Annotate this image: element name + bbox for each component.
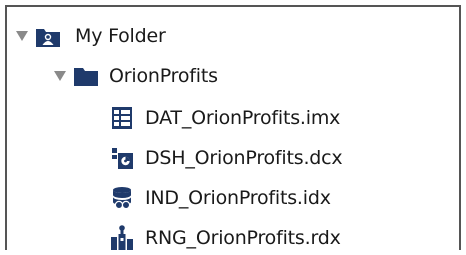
tree-item-label: IND_OrionProfits.idx	[145, 186, 331, 209]
tree-item-label: DSH_OrionProfits.dcx	[145, 146, 343, 169]
tree-node-label: My Folder	[75, 24, 166, 47]
data-model-icon	[109, 105, 135, 131]
tree-item-label: RNG_OrionProfits.rdx	[145, 226, 341, 249]
tree-item-label: DAT_OrionProfits.imx	[145, 106, 341, 129]
expand-toggle-icon[interactable]	[53, 69, 67, 83]
file-tree-panel: My Folder OrionProfits DAT_OrionProfits.…	[5, 5, 461, 250]
folder-icon	[73, 63, 99, 89]
expand-toggle-icon[interactable]	[15, 29, 29, 43]
range-chart-icon	[109, 225, 135, 251]
tree-node-orionprofits[interactable]: OrionProfits	[53, 59, 218, 93]
user-folder-icon	[35, 23, 61, 49]
tree-node-my-folder[interactable]: My Folder	[15, 19, 166, 53]
tree-item-dat[interactable]: DAT_OrionProfits.imx	[109, 101, 340, 135]
tree-node-label: OrionProfits	[109, 64, 218, 87]
tree-item-dsh[interactable]: DSH_OrionProfits.dcx	[109, 141, 343, 175]
dashboard-icon	[109, 145, 135, 171]
tree-item-ind[interactable]: IND_OrionProfits.idx	[109, 181, 331, 215]
index-database-icon	[109, 185, 135, 211]
